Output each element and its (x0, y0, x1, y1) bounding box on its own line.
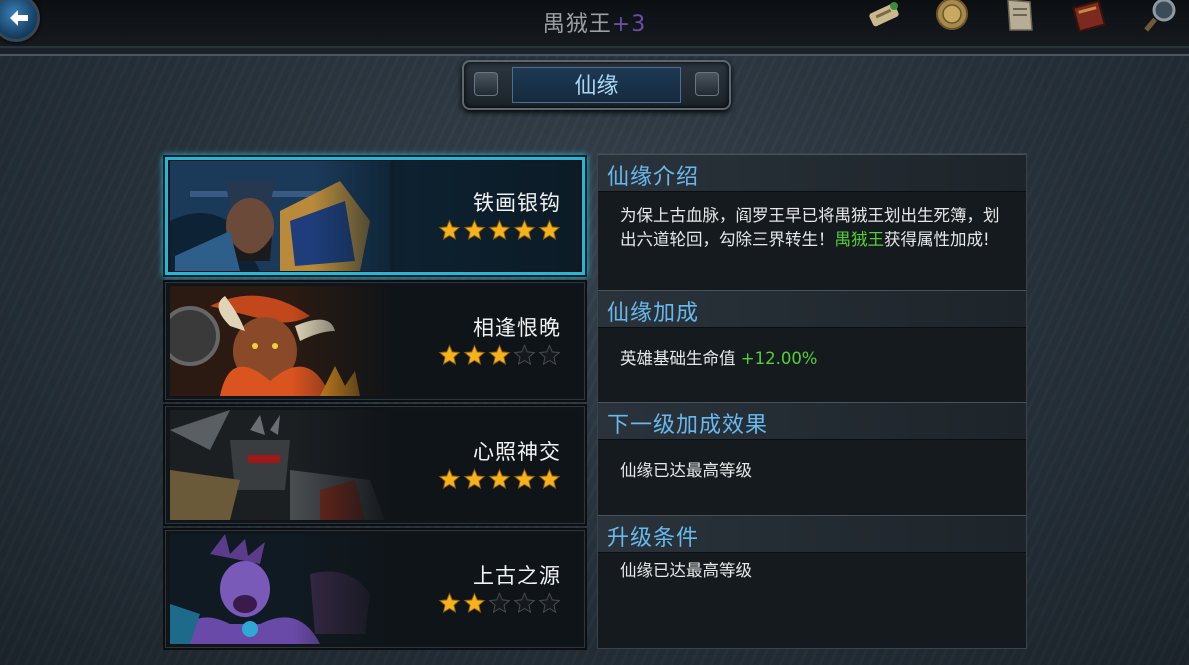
fate-name: 心照神交 (473, 440, 561, 464)
star-empty-icon (513, 344, 536, 366)
star-filled-icon (488, 219, 511, 241)
bonus-header: 仙缘加成 (598, 290, 1026, 328)
intro-header: 仙缘介绍 (598, 154, 1026, 192)
star-filled-icon (538, 219, 561, 241)
star-filled-icon (438, 219, 461, 241)
star-rating (438, 219, 561, 241)
fate-name: 相逢恨晚 (473, 316, 561, 340)
star-filled-icon (463, 344, 486, 366)
bonus-value: +12.00% (740, 349, 818, 368)
star-filled-icon (538, 468, 561, 490)
star-empty-icon (538, 592, 561, 614)
hero-name: 禺狨王 (542, 12, 612, 37)
top-bar: 禺狨王+3 (0, 0, 1189, 48)
star-empty-icon (538, 344, 561, 366)
fate-name: 上古之源 (473, 564, 561, 588)
hero-level: +3 (611, 12, 647, 37)
intro-text: 为保上古血脉，阎罗王早已将禺狨王划出生死簿，划出六道轮回，勾除三界转生！禺狨王获… (620, 206, 1000, 249)
fate-card-4[interactable]: 上古之源 (163, 528, 587, 650)
star-filled-icon (463, 219, 486, 241)
upgrade-condition-text: 仙缘已达最高等级 (620, 561, 752, 580)
star-rating (438, 592, 561, 614)
star-rating (438, 468, 561, 490)
coin-badge-icon[interactable] (932, 0, 972, 36)
star-empty-icon (488, 592, 511, 614)
star-filled-icon (513, 219, 536, 241)
scroll-icon[interactable] (864, 0, 904, 36)
magnifier-icon[interactable] (1142, 0, 1182, 36)
star-filled-icon (463, 592, 486, 614)
star-rating (438, 344, 561, 366)
star-filled-icon (438, 592, 461, 614)
hero-name-highlight: 禺狨王 (834, 230, 885, 249)
next-level-text: 仙缘已达最高等级 (620, 461, 752, 480)
fate-name: 铁画银钩 (473, 191, 561, 215)
section-title: 仙缘 (574, 74, 619, 99)
book-icon[interactable] (1070, 0, 1110, 36)
upgrade-condition-header: 升级条件 (598, 515, 1026, 553)
star-filled-icon (463, 468, 486, 490)
fate-card-1[interactable]: 铁画银钩 (163, 155, 587, 277)
section-title-plate: 仙缘 (462, 60, 731, 110)
star-empty-icon (513, 592, 536, 614)
fate-info-panel: 仙缘介绍 为保上古血脉，阎罗王早已将禺狨王划出生死簿，划出六道轮回，勾除三界转生… (597, 153, 1027, 649)
star-filled-icon (438, 468, 461, 490)
fate-card-2[interactable]: 相逢恨晚 (163, 280, 587, 402)
star-filled-icon (488, 468, 511, 490)
star-filled-icon (488, 344, 511, 366)
star-filled-icon (438, 344, 461, 366)
fate-card-3[interactable]: 心照神交 (163, 404, 587, 526)
notice-paper-icon[interactable] (1000, 0, 1040, 36)
next-level-header: 下一级加成效果 (598, 402, 1026, 440)
star-filled-icon (513, 468, 536, 490)
bonus-text: 英雄基础生命值 +12.00% (620, 349, 818, 368)
